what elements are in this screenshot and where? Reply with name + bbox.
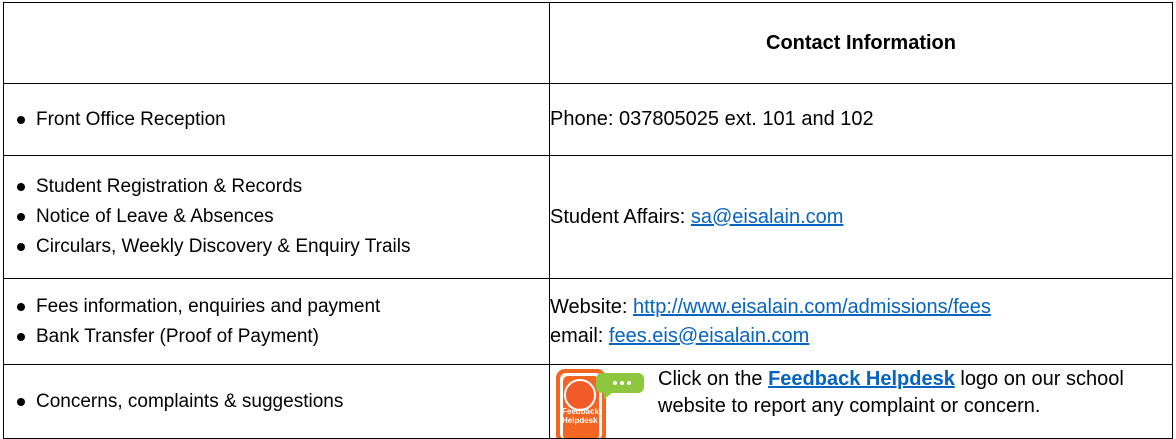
service-list: Fees information, enquiries and payment … <box>4 292 549 352</box>
contact-cell: Student Affairs: sa@eisalain.com <box>549 155 1173 279</box>
bullet-icon <box>17 213 25 221</box>
phone-text: Phone: 037805025 ext. 101 and 102 <box>550 108 874 130</box>
email-label: email: <box>550 324 609 347</box>
table-row: Front Office Reception Phone: 037805025 … <box>3 83 1173 156</box>
service-label: Notice of Leave & Absences <box>36 206 274 227</box>
website-line: Website: http://www.eisalain.com/admissi… <box>550 293 1172 322</box>
table-row: Student Registration & Records Notice of… <box>3 155 1173 279</box>
feedback-text: Click on the Feedback Helpdesk logo on o… <box>652 365 1172 420</box>
service-list: Front Office Reception <box>4 105 549 135</box>
list-item: Bank Transfer (Proof of Payment) <box>14 322 549 352</box>
website-label: Website: <box>550 295 633 318</box>
feedback-helpdesk-link[interactable]: Feedback Helpdesk <box>768 368 955 390</box>
bullet-icon <box>17 397 25 406</box>
services-cell: Student Registration & Records Notice of… <box>3 155 550 279</box>
bullet-icon <box>17 243 25 251</box>
student-affairs-email-link[interactable]: sa@eisalain.com <box>691 206 844 228</box>
feedback-block: Feedback Helpdesk Click on the Feedback … <box>550 365 1172 438</box>
feedback-helpdesk-logo[interactable]: Feedback Helpdesk <box>550 365 652 438</box>
bullet-icon <box>17 332 25 341</box>
feedback-helpdesk-icon <box>556 369 644 438</box>
header-contact-information: Contact Information <box>549 2 1173 84</box>
service-list: Concerns, complaints & suggestions <box>4 387 549 417</box>
fees-website-link[interactable]: http://www.eisalain.com/admissions/fees <box>633 296 991 318</box>
header-cell-empty <box>3 2 550 84</box>
feedback-text-before: Click on the <box>658 368 769 390</box>
service-list: Student Registration & Records Notice of… <box>4 172 549 262</box>
services-cell: Front Office Reception <box>3 83 550 156</box>
list-item: Notice of Leave & Absences <box>14 202 549 232</box>
service-label: Fees information, enquiries and payment <box>36 295 381 317</box>
table-header-row: Contact Information <box>3 2 1173 84</box>
list-item: Student Registration & Records <box>14 172 549 202</box>
services-cell: Concerns, complaints & suggestions <box>3 364 550 439</box>
list-item: Front Office Reception <box>14 105 549 135</box>
contact-cell: Website: http://www.eisalain.com/admissi… <box>549 278 1173 365</box>
service-label: Student Registration & Records <box>36 176 303 197</box>
email-line: email: fees.eis@eisalain.com <box>550 322 1172 351</box>
service-label: Bank Transfer (Proof of Payment) <box>36 325 320 347</box>
services-cell: Fees information, enquiries and payment … <box>3 278 550 365</box>
list-item: Concerns, complaints & suggestions <box>14 387 549 417</box>
bullet-icon <box>17 183 25 191</box>
contact-table: Contact Information Front Office Recepti… <box>3 2 1173 439</box>
service-label: Front Office Reception <box>36 108 226 130</box>
bullet-icon <box>17 115 25 124</box>
fees-email-link[interactable]: fees.eis@eisalain.com <box>609 325 809 347</box>
contact-cell: Feedback Helpdesk Click on the Feedback … <box>549 364 1173 439</box>
student-affairs-label: Student Affairs: <box>550 205 691 228</box>
table-row: Concerns, complaints & suggestions Feedb… <box>3 364 1173 439</box>
service-label: Concerns, complaints & suggestions <box>36 390 344 412</box>
contact-cell: Phone: 037805025 ext. 101 and 102 <box>549 83 1173 156</box>
list-item: Circulars, Weekly Discovery & Enquiry Tr… <box>14 232 549 262</box>
list-item: Fees information, enquiries and payment <box>14 292 549 322</box>
logo-text: Feedback Helpdesk <box>562 407 599 425</box>
service-label: Circulars, Weekly Discovery & Enquiry Tr… <box>36 236 411 257</box>
bullet-icon <box>17 302 25 311</box>
table-row: Fees information, enquiries and payment … <box>3 278 1173 365</box>
